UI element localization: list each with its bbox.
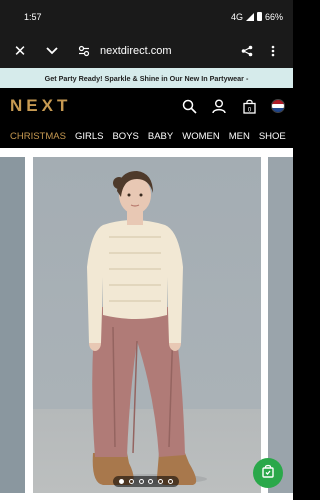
signal-icon — [245, 12, 254, 21]
carousel-dot[interactable] — [128, 479, 134, 484]
carousel-dot[interactable] — [157, 479, 163, 484]
chevron-down-icon[interactable] — [42, 41, 62, 61]
close-icon[interactable]: ✕ — [10, 41, 30, 61]
nav-item-shoes[interactable]: SHOE — [259, 131, 286, 142]
status-indicators: 4G 66% — [231, 12, 283, 22]
status-time: 1:57 — [24, 11, 42, 22]
flag-icon[interactable] — [271, 99, 285, 113]
browser-toolbar: ✕ nextdirect.com — [0, 33, 293, 68]
status-bar: 1:57 4G 66% — [0, 0, 293, 33]
carousel-slide-next[interactable] — [268, 157, 293, 493]
promo-banner[interactable]: Get Party Ready! Sparkle & Shine in Our … — [0, 68, 293, 88]
battery-icon — [256, 12, 262, 21]
site-header: NEXT 0 — [0, 88, 293, 124]
network-label: 4G — [230, 11, 243, 22]
tune-icon[interactable] — [74, 41, 94, 61]
shopping-fab-button[interactable] — [253, 458, 283, 488]
model-photo — [87, 171, 207, 485]
account-icon[interactable] — [211, 98, 227, 114]
product-carousel[interactable] — [0, 148, 293, 500]
nav-item-boys[interactable]: BOYS — [112, 131, 138, 142]
carousel-slide-main[interactable] — [33, 157, 261, 493]
carousel-dot[interactable] — [119, 479, 125, 484]
header-icons: 0 — [181, 98, 285, 114]
carousel-dot[interactable] — [148, 479, 154, 484]
battery-level: 66% — [264, 11, 283, 22]
share-icon[interactable] — [237, 41, 257, 61]
carousel-pagination — [113, 476, 179, 487]
bag-icon[interactable]: 0 — [241, 98, 257, 114]
url-field[interactable]: nextdirect.com — [100, 45, 237, 57]
menu-icon[interactable] — [263, 41, 283, 61]
nav-item-girls[interactable]: GIRLS — [75, 131, 104, 142]
nav-item-baby[interactable]: BABY — [148, 131, 173, 142]
next-logo[interactable]: NEXT — [10, 96, 181, 116]
category-nav: CHRISTMAS GIRLS BOYS BABY WOMEN MEN SHOE — [0, 124, 293, 148]
nav-item-women[interactable]: WOMEN — [182, 131, 219, 142]
shopping-icon — [261, 464, 275, 483]
carousel-dot[interactable] — [138, 479, 144, 484]
promo-text: Get Party Ready! Sparkle & Shine in Our … — [44, 73, 249, 83]
search-icon[interactable] — [181, 98, 197, 114]
nav-item-men[interactable]: MEN — [229, 131, 250, 142]
carousel-slide-prev[interactable] — [0, 157, 25, 493]
carousel-dot[interactable] — [167, 479, 173, 484]
nav-item-christmas[interactable]: CHRISTMAS — [10, 131, 66, 142]
